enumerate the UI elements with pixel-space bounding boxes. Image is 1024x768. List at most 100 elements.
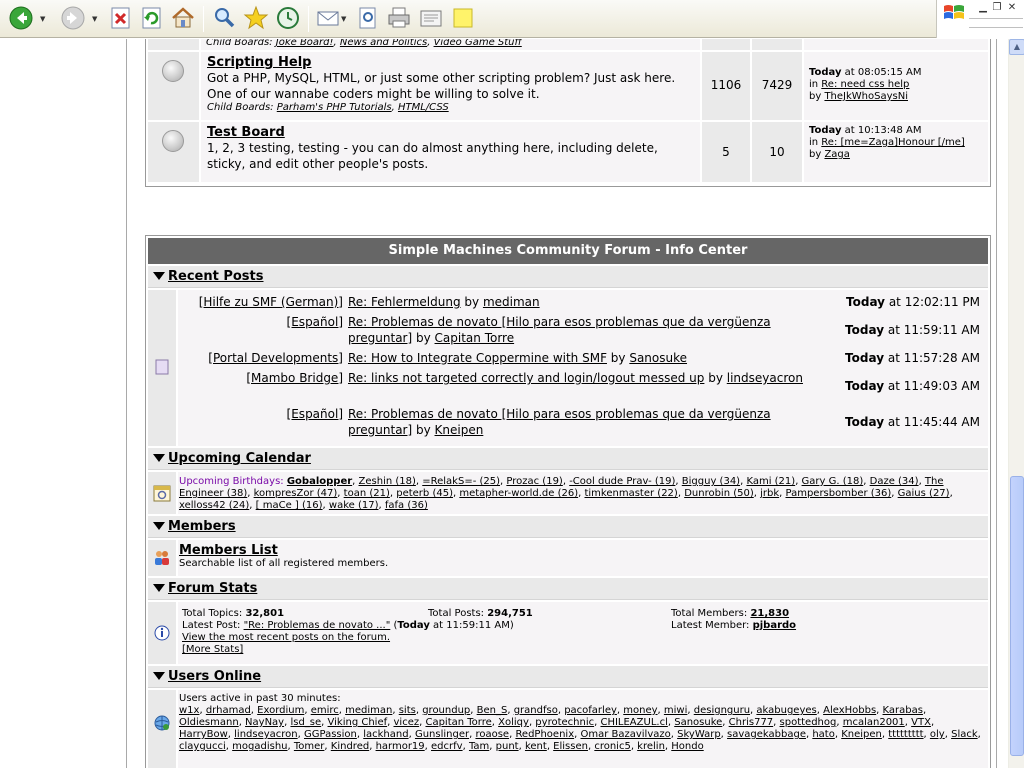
online-user-link[interactable]: Viking Chief: [328, 717, 388, 728]
birthday-user-link[interactable]: Gobalopper: [287, 476, 352, 487]
online-user-link[interactable]: Omar Bazavilvazo: [580, 729, 670, 740]
recent-post-topic-link[interactable]: Re: links not targeted correctly and log…: [348, 371, 704, 385]
forum-stats-header[interactable]: Forum Stats: [148, 578, 988, 600]
online-user-link[interactable]: AlexHobbs: [823, 705, 876, 716]
members-list-link[interactable]: Members List: [179, 543, 988, 558]
recent-post-board-link[interactable]: [Portal Developments]: [208, 350, 343, 366]
last-post-topic-link[interactable]: Re: need css help: [821, 79, 909, 90]
online-user-link[interactable]: Xoliqy: [498, 717, 529, 728]
online-user-link[interactable]: CHILEAZUL.cl: [600, 717, 667, 728]
online-user-link[interactable]: krelin: [637, 741, 665, 752]
forum-stats-title[interactable]: Forum Stats: [168, 581, 257, 596]
child-board-link[interactable]: Joke Board!: [276, 39, 334, 48]
last-post-user-link[interactable]: TheJkWhoSaysNi: [824, 91, 908, 102]
birthday-user-link[interactable]: Gaius (27): [898, 488, 950, 499]
last-post-user-link[interactable]: Zaga: [824, 149, 849, 160]
child-board-link[interactable]: Parham's PHP Tutorials: [277, 102, 392, 113]
online-user-link[interactable]: w1x: [179, 705, 199, 716]
online-user-link[interactable]: lsd_se: [290, 717, 321, 728]
favorites-icon[interactable]: [243, 5, 269, 31]
stop-icon[interactable]: [108, 5, 134, 31]
mail-dropdown-icon[interactable]: ▼: [341, 15, 349, 23]
online-user-link[interactable]: NayNay: [245, 717, 284, 728]
online-user-link[interactable]: pyrotechnic: [535, 717, 594, 728]
online-user-link[interactable]: claygucci: [179, 741, 226, 752]
birthday-user-link[interactable]: toan (21): [344, 488, 390, 499]
online-user-link[interactable]: cronic5: [594, 741, 630, 752]
online-user-link[interactable]: kent: [525, 741, 547, 752]
back-dropdown-icon[interactable]: ▼: [40, 15, 48, 23]
online-user-link[interactable]: Oldiesmann: [179, 717, 239, 728]
online-user-link[interactable]: emirc: [311, 705, 339, 716]
back-icon[interactable]: [8, 5, 34, 31]
recent-posts-link[interactable]: View the most recent posts on the forum.: [182, 632, 390, 643]
online-user-link[interactable]: Capitan Torre: [425, 717, 491, 728]
birthday-user-link[interactable]: wake (17): [329, 500, 379, 511]
online-user-link[interactable]: SkyWarp: [677, 729, 721, 740]
recent-post-user-link[interactable]: Kneipen: [435, 423, 484, 437]
search-icon[interactable]: [211, 5, 237, 31]
birthday-user-link[interactable]: =RelakS=- (25): [422, 476, 500, 487]
restore-icon[interactable]: ❐: [991, 3, 1003, 13]
board-title-link[interactable]: Test Board: [207, 125, 692, 140]
online-user-link[interactable]: RedPhoenix: [515, 729, 574, 740]
recent-post-board-link[interactable]: [Español]: [287, 406, 343, 422]
members-header[interactable]: Members: [148, 516, 988, 538]
online-user-link[interactable]: Sanosuke: [674, 717, 722, 728]
note-icon[interactable]: [450, 5, 476, 31]
recent-post-topic-link[interactable]: Re: How to Integrate Coppermine with SMF: [348, 351, 607, 365]
recent-post-topic-link[interactable]: Re: Fehlermeldung: [348, 295, 461, 309]
online-user-link[interactable]: ttttttttt: [888, 729, 923, 740]
calendar-header[interactable]: Upcoming Calendar: [148, 448, 988, 470]
online-user-link[interactable]: edcrfv: [431, 741, 463, 752]
birthday-user-link[interactable]: Prozac (19): [506, 476, 562, 487]
recent-post-board-link[interactable]: [Mambo Bridge]: [246, 370, 343, 386]
child-board-link[interactable]: HTML/CSS: [398, 102, 449, 113]
refresh-icon[interactable]: [139, 5, 165, 31]
child-board-link[interactable]: News and Politics: [340, 39, 427, 48]
online-user-link[interactable]: designguru: [694, 705, 750, 716]
collapse-arrow-icon[interactable]: [153, 454, 165, 462]
forward-icon[interactable]: [60, 5, 86, 31]
online-user-link[interactable]: VTX: [911, 717, 931, 728]
birthday-user-link[interactable]: Zeshin (18): [359, 476, 416, 487]
print-icon[interactable]: [386, 5, 412, 31]
mail-icon[interactable]: [315, 5, 341, 31]
recent-post-user-link[interactable]: Capitan Torre: [435, 331, 515, 345]
collapse-arrow-icon[interactable]: [153, 672, 165, 680]
total-members-link[interactable]: 21,830: [750, 608, 789, 619]
online-user-link[interactable]: drhamad: [206, 705, 251, 716]
online-user-link[interactable]: akabugeyes: [756, 705, 816, 716]
online-user-link[interactable]: Kindred: [331, 741, 369, 752]
more-stats-link[interactable]: [More Stats]: [182, 644, 243, 655]
online-user-link[interactable]: lackhand: [363, 729, 408, 740]
birthday-user-link[interactable]: [ maCe ] (16): [256, 500, 323, 511]
online-user-link[interactable]: HarryBow: [179, 729, 228, 740]
calendar-title[interactable]: Upcoming Calendar: [168, 451, 311, 466]
birthday-user-link[interactable]: fafa (36): [385, 500, 428, 511]
online-user-link[interactable]: lindseyacron: [234, 729, 298, 740]
home-icon[interactable]: [170, 5, 196, 31]
recent-posts-title[interactable]: Recent Posts: [168, 269, 264, 284]
online-user-link[interactable]: miwi: [664, 705, 687, 716]
birthday-user-link[interactable]: Pampersbomber (36): [786, 488, 892, 499]
recent-posts-header[interactable]: Recent Posts: [148, 266, 988, 288]
online-user-link[interactable]: Kneipen: [841, 729, 882, 740]
birthday-user-link[interactable]: metapher-world.de (26): [459, 488, 578, 499]
child-board-link[interactable]: Video Game Stuff: [434, 39, 522, 48]
scrollbar-thumb[interactable]: [1010, 476, 1024, 756]
online-user-link[interactable]: GGPassion: [304, 729, 357, 740]
scroll-up-icon[interactable]: ▲: [1009, 39, 1024, 55]
birthday-user-link[interactable]: Dunrobin (50): [684, 488, 754, 499]
online-user-link[interactable]: Gunslinger: [415, 729, 469, 740]
vertical-scrollbar[interactable]: ▲: [1008, 39, 1024, 768]
online-user-link[interactable]: Exordium: [257, 705, 304, 716]
online-user-link[interactable]: Elissen: [553, 741, 588, 752]
online-user-link[interactable]: Tomer: [294, 741, 325, 752]
forward-dropdown-icon[interactable]: ▼: [92, 15, 100, 23]
latest-post-link[interactable]: "Re: Problemas de novato ...": [244, 620, 391, 631]
online-user-link[interactable]: Hondo: [671, 741, 703, 752]
recent-post-board-link[interactable]: [Español]: [287, 314, 343, 330]
online-user-link[interactable]: punt: [496, 741, 519, 752]
online-user-link[interactable]: pacofarley: [564, 705, 617, 716]
